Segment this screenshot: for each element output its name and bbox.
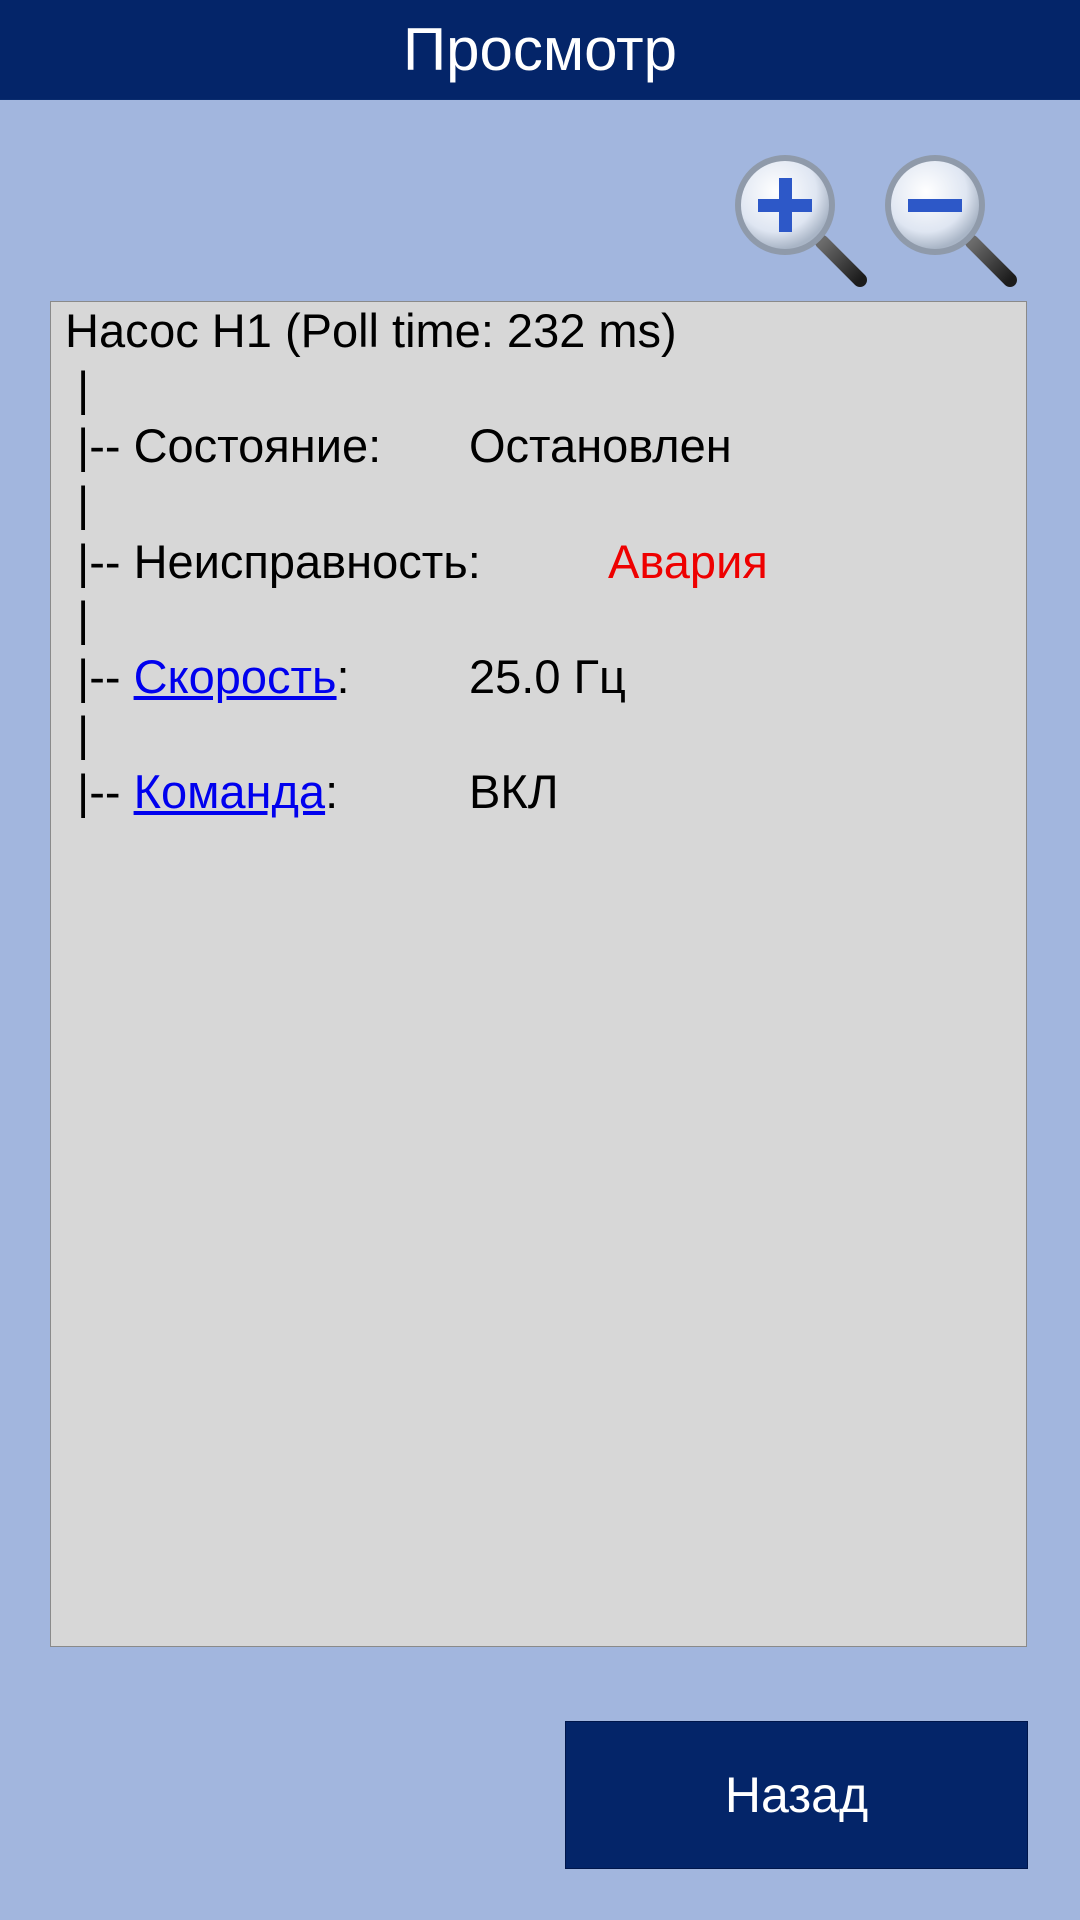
device-tree-panel: Насос Н1 (Poll time: 232 ms) | |-- Состо… [50, 301, 1027, 1647]
fault-label: Неисправность [133, 535, 468, 588]
back-button-label: Назад [724, 1767, 869, 1823]
command-link[interactable]: Команда [134, 765, 326, 818]
device-title: Насос Н1 (Poll time: 232 ms) [65, 304, 677, 357]
tree-pipe: | [77, 477, 90, 530]
back-button[interactable]: Назад [565, 1721, 1028, 1869]
page-title-bar: Просмотр [0, 0, 1080, 100]
tree-branch: |-- [77, 535, 134, 588]
fault-value: Авария [608, 535, 768, 588]
tree-row-command: |-- Команда: [77, 768, 338, 815]
tree-branch: |-- [77, 419, 134, 472]
speed-link[interactable]: Скорость [134, 650, 337, 703]
tree-row-fault: |-- Неисправность: [77, 538, 481, 585]
command-value: ВКЛ [469, 765, 559, 818]
zoom-out-magnifier-icon [885, 155, 1017, 287]
command-colon: : [325, 765, 339, 818]
tree-pipe: | [77, 592, 90, 645]
state-value: Остановлен [469, 419, 732, 472]
page-title: Просмотр [402, 16, 677, 83]
tree-pipe: | [77, 362, 90, 415]
tree-row-state: |-- Состояние: [77, 422, 381, 469]
zoom-in-magnifier-icon [735, 155, 867, 287]
tree-row-speed: |-- Скорость: [77, 653, 350, 700]
fault-colon: : [467, 535, 481, 588]
zoom-out-button[interactable] [880, 150, 1025, 295]
tree-branch: |-- [77, 765, 134, 818]
state-label: Состояние [133, 419, 369, 472]
state-colon: : [368, 419, 382, 472]
tree-branch: |-- [77, 650, 134, 703]
speed-colon: : [336, 650, 350, 703]
speed-value: 25.0 Гц [469, 650, 626, 703]
zoom-in-button[interactable] [730, 150, 875, 295]
tree-pipe: | [77, 707, 90, 760]
